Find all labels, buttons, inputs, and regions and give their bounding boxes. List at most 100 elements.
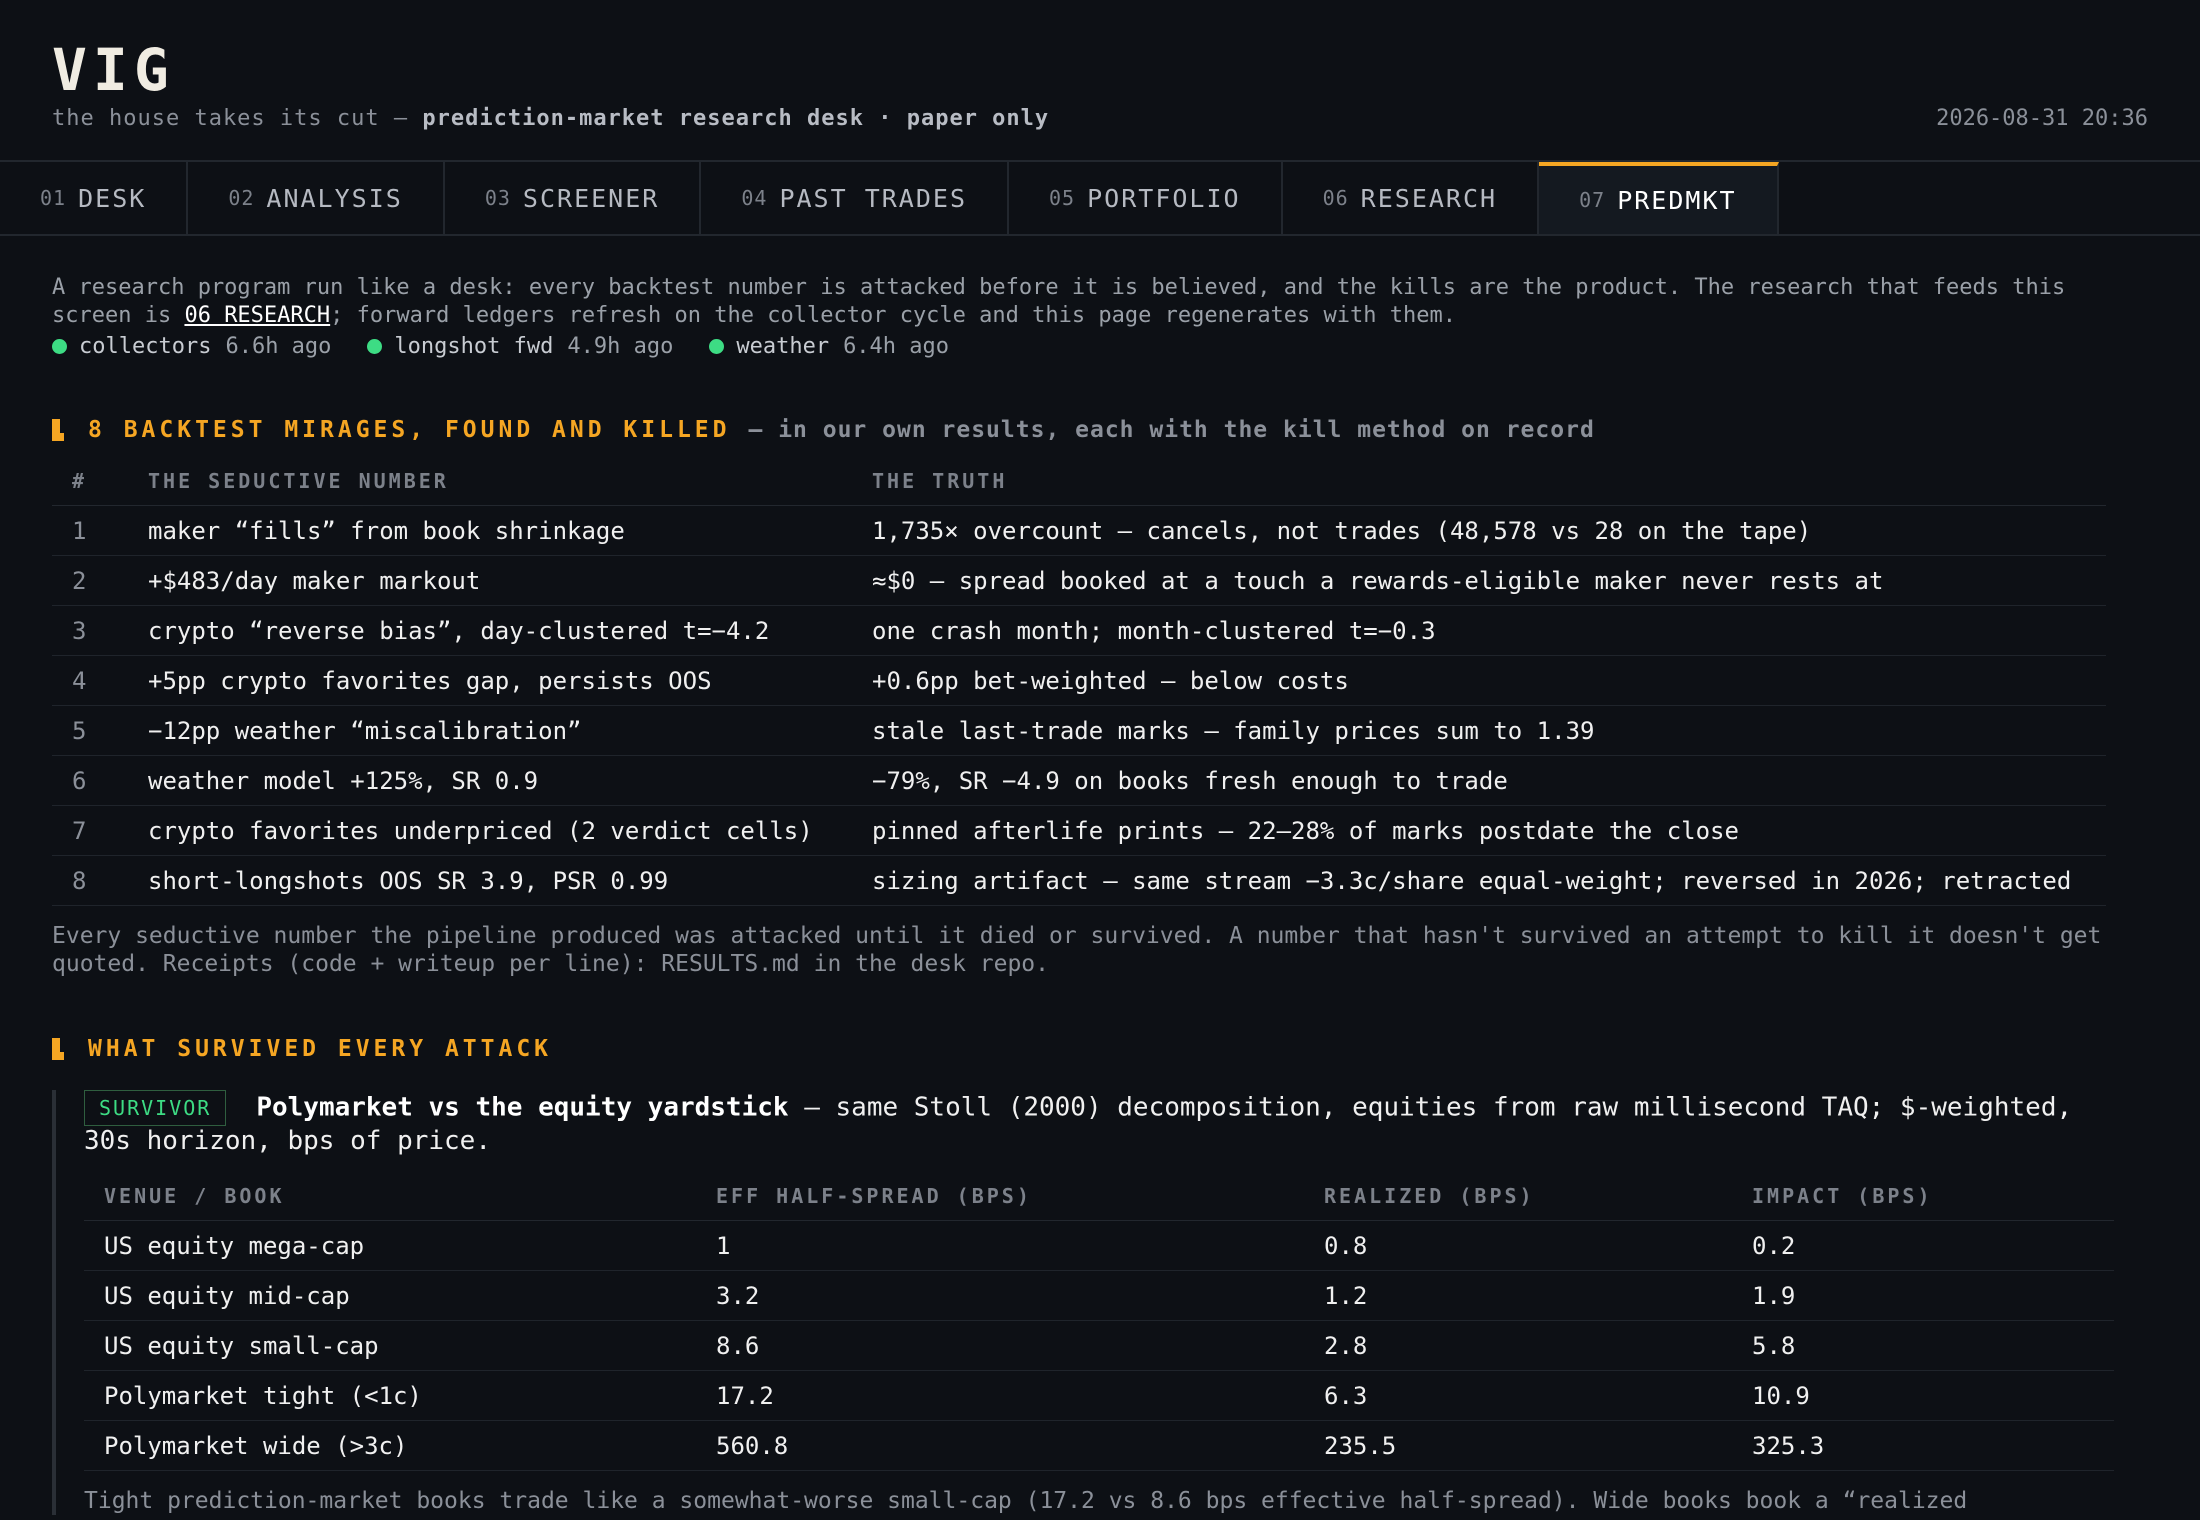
table-row: Polymarket tight (<1c) 17.2 6.3 10.9 — [84, 1370, 2114, 1421]
tab-num: 02 — [228, 186, 255, 210]
impact: 10.9 — [1732, 1370, 2114, 1421]
venue: US equity mid-cap — [84, 1270, 696, 1321]
mirages-note: Every seductive number the pipeline prod… — [52, 923, 2102, 977]
seductive-number: crypto favorites underpriced (2 verdict … — [128, 805, 852, 856]
tab-label: PAST TRADES — [779, 183, 968, 213]
seductive-number: +$483/day maker markout — [128, 555, 852, 606]
column-header-eff: EFF HALF-SPREAD (BPS) — [696, 1172, 1304, 1221]
status-age: 4.9h ago — [567, 334, 674, 359]
survived-title: WHAT SURVIVED EVERY ATTACK — [88, 1036, 553, 1062]
main-content: A research program run like a desk: ever… — [0, 274, 2200, 1515]
eff-half-spread: 560.8 — [696, 1420, 1304, 1471]
page-header: VIG the house takes its cut — prediction… — [0, 0, 2200, 162]
row-number: 8 — [52, 855, 128, 906]
tab-num: 07 — [1579, 188, 1606, 212]
truth: pinned afterlife prints — 22–28% of mark… — [852, 805, 2106, 856]
table-row: US equity mid-cap 3.2 1.2 1.9 — [84, 1270, 2114, 1321]
truth: stale last-trade marks — family prices s… — [852, 705, 2106, 756]
tab-num: 06 — [1322, 186, 1349, 210]
row-number: 1 — [52, 505, 128, 556]
venue: Polymarket wide (>3c) — [84, 1420, 696, 1471]
eff-half-spread: 1 — [696, 1220, 1304, 1271]
impact: 0.2 — [1732, 1220, 2114, 1271]
column-header-truth: THE TRUTH — [852, 457, 2106, 506]
status-row: collectors 6.6h ago longshot fwd 4.9h ag… — [52, 334, 2148, 359]
table-row: 3 crypto “reverse bias”, day-clustered t=… — [52, 605, 2106, 656]
table-row: Polymarket wide (>3c) 560.8 235.5 325.3 — [84, 1420, 2114, 1471]
tab-predmkt[interactable]: 07 PREDMKT — [1539, 162, 1779, 234]
survived-section-title: WHAT SURVIVED EVERY ATTACK — [52, 1036, 2148, 1062]
status-weather: weather 6.4h ago — [709, 334, 949, 359]
row-number: 4 — [52, 655, 128, 706]
mirages-section-title: 8 BACKTEST MIRAGES, FOUND AND KILLED — i… — [52, 417, 2148, 443]
survivor-badge: SURVIVOR — [84, 1090, 227, 1126]
tab-desk[interactable]: 01 DESK — [0, 162, 189, 234]
survivor-headline-bold: Polymarket vs the equity yardstick — [256, 1092, 789, 1123]
seductive-number: +5pp crypto favorites gap, persists OOS — [128, 655, 852, 706]
truth: 1,735× overcount — cancels, not trades (… — [852, 505, 2106, 556]
table-row: US equity mega-cap 1 0.8 0.2 — [84, 1220, 2114, 1271]
tab-past-trades[interactable]: 04 PAST TRADES — [701, 162, 1010, 234]
tab-screener[interactable]: 03 SCREENER — [445, 162, 702, 234]
tab-num: 01 — [40, 186, 67, 210]
table-row: 1 maker “fills” from book shrinkage 1,735×… — [52, 505, 2106, 556]
realized: 6.3 — [1304, 1370, 1732, 1421]
impact: 1.9 — [1732, 1270, 2114, 1321]
intro-paragraph: A research program run like a desk: ever… — [52, 274, 2152, 330]
table-row: 8 short-longshots OOS SR 3.9, PSR 0.99 siz… — [52, 855, 2106, 906]
eff-half-spread: 3.2 — [696, 1270, 1304, 1321]
eff-half-spread: 8.6 — [696, 1320, 1304, 1371]
row-number: 2 — [52, 555, 128, 606]
realized: 235.5 — [1304, 1420, 1732, 1471]
column-header-seductive: THE SEDUCTIVE NUMBER — [128, 457, 852, 506]
impact: 325.3 — [1732, 1420, 2114, 1471]
column-header-venue: VENUE / BOOK — [84, 1172, 696, 1221]
status-name: longshot fwd — [394, 334, 554, 359]
row-number: 6 — [52, 755, 128, 806]
tab-research[interactable]: 06 RESEARCH — [1283, 162, 1540, 234]
seductive-number: −12pp weather “miscalibration” — [128, 705, 852, 756]
table-row: 2 +$483/day maker markout ≈$0 — spread boo… — [52, 555, 2106, 606]
column-header-realized: REALIZED (BPS) — [1304, 1172, 1732, 1221]
table-row: US equity small-cap 8.6 2.8 5.8 — [84, 1320, 2114, 1371]
tagline-bold: prediction-market research desk · paper … — [422, 106, 1050, 131]
truth: −79%, SR −4.9 on books fresh enough to t… — [852, 755, 2106, 806]
section-bracket-icon — [52, 419, 64, 441]
status-dot-icon — [52, 339, 67, 354]
realized: 1.2 — [1304, 1270, 1732, 1321]
spread-table: VENUE / BOOK EFF HALF-SPREAD (BPS) REALI… — [84, 1172, 2114, 1471]
intro-text-after: ; forward ledgers refresh on the collect… — [330, 303, 1456, 328]
status-age: 6.4h ago — [843, 334, 950, 359]
mirages-subtitle: — in our own results, each with the kill… — [748, 417, 1595, 443]
tab-num: 03 — [484, 186, 511, 210]
tagline-plain: the house takes its cut — — [52, 106, 423, 131]
venue: US equity small-cap — [84, 1320, 696, 1371]
impact: 5.8 — [1732, 1320, 2114, 1371]
table-row: 4 +5pp crypto favorites gap, persists OOS… — [52, 655, 2106, 706]
tab-portfolio[interactable]: 05 PORTFOLIO — [1009, 162, 1283, 234]
tab-analysis[interactable]: 02 ANALYSIS — [188, 162, 445, 234]
tab-num: 04 — [741, 186, 768, 210]
tab-label: ANALYSIS — [266, 183, 403, 213]
venue: Polymarket tight (<1c) — [84, 1370, 696, 1421]
realized: 0.8 — [1304, 1220, 1732, 1271]
status-name: weather — [736, 334, 830, 359]
table-row: 6 weather model +125%, SR 0.9 −79%, SR −4.… — [52, 755, 2106, 806]
mirages-table: # THE SEDUCTIVE NUMBER THE TRUTH 1 maker … — [52, 457, 2106, 906]
status-collectors: collectors 6.6h ago — [52, 334, 331, 359]
tab-label: RESEARCH — [1360, 183, 1498, 213]
tab-label: DESK — [78, 183, 147, 213]
status-longshot-fwd: longshot fwd 4.9h ago — [367, 334, 673, 359]
row-number: 7 — [52, 805, 128, 856]
table-header-row: VENUE / BOOK EFF HALF-SPREAD (BPS) REALI… — [84, 1172, 2114, 1221]
eff-half-spread: 17.2 — [696, 1370, 1304, 1421]
column-header-num: # — [52, 457, 128, 506]
tab-label: PREDMKT — [1617, 185, 1737, 215]
research-link[interactable]: 06 RESEARCH — [184, 303, 330, 328]
truth: +0.6pp bet-weighted — below costs — [852, 655, 2106, 706]
truth: sizing artifact — same stream −3.3c/shar… — [852, 855, 2106, 906]
column-header-impact: IMPACT (BPS) — [1732, 1172, 2114, 1221]
seductive-number: weather model +125%, SR 0.9 — [128, 755, 852, 806]
tab-bar: 01 DESK 02 ANALYSIS 03 SCREENER 04 PAST TRAD… — [0, 162, 2200, 236]
seductive-number: maker “fills” from book shrinkage — [128, 505, 852, 556]
